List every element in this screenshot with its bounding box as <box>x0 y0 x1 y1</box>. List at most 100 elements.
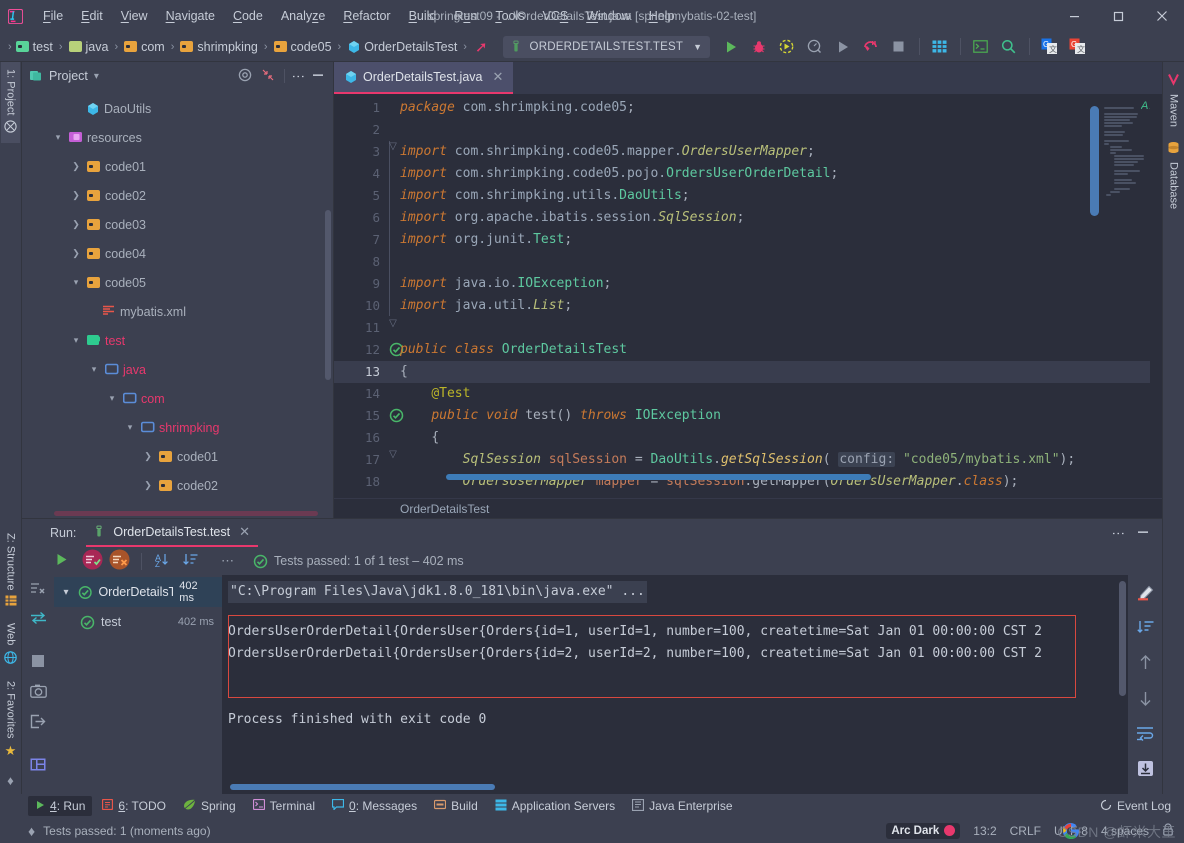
theme-indicator[interactable]: Arc Dark <box>886 822 961 839</box>
sort-alpha-icon[interactable]: AZ <box>153 551 170 571</box>
scroll-to-end-icon[interactable] <box>1137 760 1154 780</box>
tree-item-code04[interactable]: ❯ code04 <box>22 239 333 268</box>
tool-window-terminal[interactable]: Terminal <box>246 796 322 816</box>
stop-attach-icon[interactable] <box>858 35 884 59</box>
tree-item-code02[interactable]: ❯ code02 <box>22 181 333 210</box>
sidebar-item-database[interactable]: Database <box>1164 134 1183 216</box>
tree-item-resources[interactable]: ▾ resources <box>22 123 333 152</box>
run-console[interactable]: "C:\Program Files\Java\jdk1.8.0_181\bin\… <box>222 575 1128 794</box>
sidebar-item-maven[interactable]: Maven <box>1164 66 1183 134</box>
export-icon[interactable] <box>30 714 46 732</box>
tool-window-run[interactable]: 4: Run <box>28 796 93 816</box>
tree-item-test[interactable]: ▾ test <box>22 326 333 355</box>
editor-minimap[interactable] <box>1090 94 1144 498</box>
breadcrumb-item-com[interactable]: com <box>121 38 168 56</box>
test-results-tree[interactable]: ▾ OrderDetailsT 402 ms test 402 ms <box>54 575 222 794</box>
right-tool-rail[interactable]: Maven Database <box>1162 62 1184 794</box>
show-passed-icon[interactable] <box>82 549 103 573</box>
run-side-toolbar[interactable]: ⋯ <box>22 575 54 802</box>
terminal-icon[interactable] <box>968 35 994 59</box>
tool-window-messages[interactable]: 0: Messages <box>325 796 424 816</box>
editor-tab-orderdetailstest[interactable]: OrderDetailsTest.java ✕ <box>334 62 514 94</box>
hide-passed-icon[interactable] <box>30 581 46 598</box>
tool-window-spring[interactable]: Spring <box>176 796 243 816</box>
tool-window-java-enterprise[interactable]: Java Enterprise <box>625 796 739 817</box>
run-gray-icon[interactable] <box>830 35 856 59</box>
menu-item-edit[interactable]: Edit <box>72 5 112 27</box>
wrap-text-icon[interactable] <box>1136 726 1154 744</box>
menu-item-file[interactable]: FFileile <box>34 5 72 27</box>
tree-item-test-code01[interactable]: ❯ code01 <box>22 442 333 471</box>
tool-window-build[interactable]: Build <box>427 796 485 816</box>
menu-item-code[interactable]: Code <box>224 5 272 27</box>
more-options-icon[interactable]: ⋮ <box>291 70 306 83</box>
tree-item-com[interactable]: ▾ com <box>22 384 333 413</box>
sort-duration-icon[interactable] <box>182 551 199 571</box>
tree-item-code03[interactable]: ❯ code03 <box>22 210 333 239</box>
sort-icon[interactable] <box>1136 620 1154 638</box>
tree-item-code05[interactable]: ▾ code05 <box>22 268 333 297</box>
menu-item-analyze[interactable]: Analyze <box>272 5 334 27</box>
profiler-icon[interactable] <box>802 35 828 59</box>
stop-icon[interactable] <box>31 654 45 671</box>
google-translate-red-icon[interactable]: G文 <box>1065 35 1091 59</box>
test-tree-row-method[interactable]: test 402 ms <box>54 607 222 637</box>
stop-icon[interactable] <box>886 35 912 59</box>
left-tool-rail[interactable]: 1: Project Z: Structure Web 2: Favorites <box>0 62 22 794</box>
run-coverage-icon[interactable] <box>774 35 800 59</box>
fold-collapse-icon[interactable]: ▽ <box>386 141 400 152</box>
menu-item-navigate[interactable]: Navigate <box>157 5 224 27</box>
breadcrumb-item-java[interactable]: java <box>66 38 112 56</box>
window-controls[interactable] <box>1052 0 1184 32</box>
editor-gutter[interactable]: 1 2 3 4 5 6 7 8 9 10 11 12 13 14 15 16 1… <box>334 94 404 498</box>
more-options-icon[interactable]: ⋯ <box>221 553 235 569</box>
close-icon[interactable]: ✕ <box>239 524 250 540</box>
chevron-right-icon[interactable]: ❯ <box>70 190 82 201</box>
chevron-down-icon[interactable]: ▾ <box>94 71 99 82</box>
minimize-button[interactable] <box>1052 0 1096 32</box>
breadcrumb-item-test[interactable]: test <box>13 38 56 56</box>
menu-item-refactor[interactable]: Refactor <box>334 5 399 27</box>
expand-icon[interactable] <box>30 611 47 628</box>
tool-window-bar[interactable]: 4: Run 6: TODO Spring Terminal 0: Messag… <box>0 794 1184 818</box>
console-vertical-scrollbar[interactable] <box>1119 581 1126 696</box>
screenshot-icon[interactable] <box>29 684 47 701</box>
hide-icon[interactable] <box>311 68 325 85</box>
rerun-icon[interactable] <box>54 552 69 570</box>
breadcrumb-item-orderdetailstest[interactable]: OrderDetailsTest <box>344 38 460 56</box>
run-icon[interactable] <box>718 35 744 59</box>
breadcrumb[interactable]: test › java › com › shrimpking › code05 <box>13 38 493 56</box>
fold-collapse-icon[interactable]: ▽ <box>386 449 400 460</box>
test-tree-row-class[interactable]: ▾ OrderDetailsT 402 ms <box>54 577 222 607</box>
code-editor[interactable]: 1 2 3 4 5 6 7 8 9 10 11 12 13 14 15 16 1… <box>334 94 1162 498</box>
tree-item-test-code02[interactable]: ❯ code02 <box>22 471 333 500</box>
chevron-down-icon[interactable]: ▾ <box>106 393 118 404</box>
debug-icon[interactable] <box>746 35 772 59</box>
sidebar-item-structure[interactable]: Z: Structure <box>2 526 20 616</box>
line-separator[interactable]: CRLF <box>1010 824 1041 838</box>
indent-setting[interactable]: 4 spaces <box>1101 824 1149 838</box>
collapse-all-icon[interactable] <box>261 68 275 85</box>
sidebar-item-favorites[interactable]: 2: Favorites ★ <box>2 674 20 766</box>
project-tree-scrollbar[interactable] <box>325 210 331 380</box>
code-lines[interactable]: ▽ ▽ ▽ package com.shrimpking.code05; imp… <box>386 94 1162 498</box>
grid-icon[interactable] <box>927 35 953 59</box>
menu-item-view[interactable]: View <box>112 5 157 27</box>
tree-item-shrimpking[interactable]: ▾ shrimpking <box>22 413 333 442</box>
chevron-down-icon[interactable]: ▾ <box>124 422 136 433</box>
close-icon[interactable]: ✕ <box>493 69 504 85</box>
tree-item-code01[interactable]: ❯ code01 <box>22 152 333 181</box>
editor-vertical-scrollbar[interactable] <box>1150 94 1162 498</box>
soft-wrap-icon[interactable] <box>1136 585 1154 604</box>
run-configuration-selector[interactable]: ORDERDETAILSTEST.TEST ▼ <box>502 35 710 58</box>
more-options-icon[interactable]: ⋮ <box>1111 527 1126 540</box>
maximize-button[interactable] <box>1096 0 1140 32</box>
chevron-down-icon[interactable]: ▾ <box>70 335 82 346</box>
tree-item-mybatis-xml[interactable]: mybatis.xml <box>22 297 333 326</box>
breadcrumb-item-shrimpking[interactable]: shrimpking <box>177 38 260 56</box>
sidebar-item-project[interactable]: 1: Project <box>1 62 20 144</box>
chevron-right-icon[interactable]: ❯ <box>70 219 82 230</box>
sidebar-item-web[interactable]: Web <box>1 616 20 673</box>
target-icon[interactable] <box>238 68 252 85</box>
lock-icon[interactable] <box>1162 822 1174 839</box>
